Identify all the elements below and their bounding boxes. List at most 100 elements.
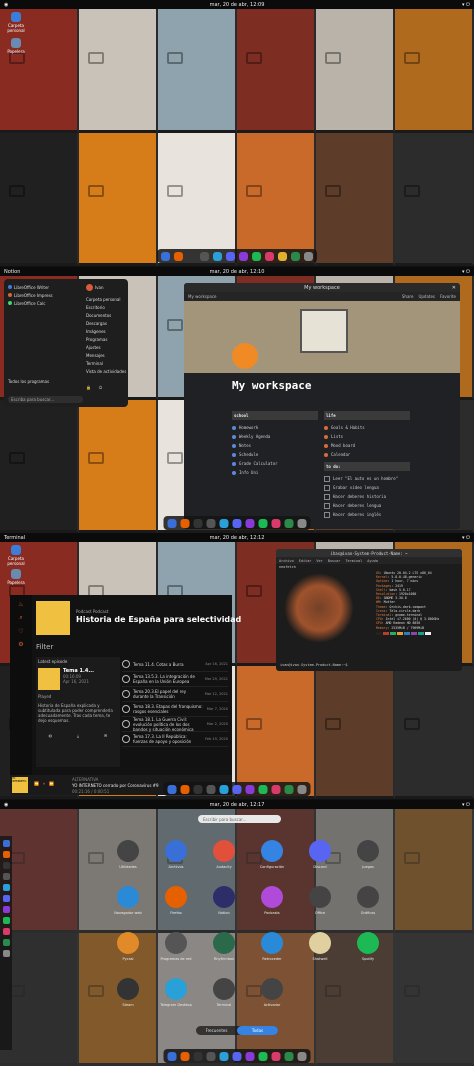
menu-place[interactable]: Vista de actividades	[86, 367, 126, 375]
notion-icon[interactable]	[187, 251, 196, 261]
spotify-icon[interactable]	[2, 917, 10, 924]
search-icon[interactable]: ⌕	[10, 614, 32, 622]
files-icon[interactable]	[2, 840, 10, 847]
menu-buscar[interactable]: Buscar	[328, 559, 341, 563]
checkbox[interactable]	[324, 502, 330, 509]
clock[interactable]: mar, 20 de abr, 12:09	[210, 2, 265, 8]
school-link[interactable]: Info Uni	[232, 468, 318, 477]
apps-grid-icon[interactable]	[297, 784, 307, 794]
heart-icon[interactable]: ♡	[10, 628, 32, 635]
school-link[interactable]: Weekly Agenda	[232, 432, 318, 441]
app-office[interactable]: Office	[296, 886, 344, 915]
menu-place[interactable]: Carpeta personal	[86, 295, 126, 303]
app-pycasi[interactable]: Pycasi	[104, 932, 152, 961]
user-row[interactable]: Ivan	[86, 283, 126, 291]
lock-icon[interactable]: 🔒	[86, 385, 91, 390]
telegram-icon[interactable]	[219, 784, 229, 794]
firefox-icon[interactable]	[180, 518, 190, 528]
files-icon[interactable]	[167, 1051, 177, 1061]
notion-icon[interactable]	[193, 1051, 203, 1061]
app-navegador-web[interactable]: Navegador web	[104, 886, 152, 915]
school-link[interactable]: Notes	[232, 441, 318, 450]
app-activador[interactable]: Activador	[248, 978, 296, 1007]
life-link[interactable]: Lists	[324, 432, 410, 441]
system-tray[interactable]: ▾ ⏻	[462, 269, 470, 275]
download-icon[interactable]: ⤓	[77, 733, 79, 738]
apps-grid-icon[interactable]	[297, 1051, 307, 1061]
music-icon[interactable]	[271, 784, 281, 794]
firefox-icon[interactable]	[174, 251, 183, 261]
flame-icon[interactable]: ♨	[10, 601, 32, 608]
todo-item[interactable]: Leer "El auto es un hombre"	[324, 474, 410, 483]
tab-frequent[interactable]: Frecuentes	[196, 1026, 237, 1035]
episode-row[interactable]: Tema 13.5.3. La integración de España en…	[122, 672, 228, 687]
calc-icon[interactable]	[291, 251, 300, 261]
filter-input[interactable]: Filter	[36, 643, 53, 651]
favorite-button[interactable]: Favorite	[440, 294, 456, 299]
files-icon[interactable]	[161, 251, 170, 261]
breadcrumb[interactable]: My workspace	[188, 294, 217, 299]
spotify-icon[interactable]	[258, 1051, 268, 1061]
discord-icon[interactable]	[232, 1051, 242, 1061]
system-tray[interactable]: ▾ ⏻	[462, 802, 470, 808]
home-folder-icon[interactable]: Carpeta personal	[4, 12, 28, 33]
overview-search-input[interactable]: Escribir para buscar...	[198, 815, 281, 823]
life-link[interactable]: Calendar	[324, 450, 410, 459]
menu-ver[interactable]: Ver	[316, 559, 322, 563]
menu-search-input[interactable]: Escriba para buscar...	[8, 396, 83, 403]
page-title[interactable]: My workspace	[232, 379, 311, 392]
app-discord[interactable]: Discord	[296, 840, 344, 869]
settings-icon[interactable]: ⚙	[10, 641, 32, 648]
app-retroceder[interactable]: Retroceder	[248, 932, 296, 961]
episode-row[interactable]: Tema 18.3. Etapas del franquismo: rasgos…	[122, 702, 228, 717]
files-icon[interactable]	[167, 784, 177, 794]
school-link[interactable]: Homework	[232, 423, 318, 432]
globe-icon[interactable]: ◍	[49, 733, 53, 738]
calc-icon[interactable]	[2, 939, 10, 946]
music-icon[interactable]	[271, 518, 281, 528]
terminal-icon[interactable]	[206, 784, 216, 794]
menu-item[interactable]: LibreOffice Calc	[8, 299, 78, 307]
menu-place[interactable]: Documentos	[86, 311, 126, 319]
spotify-icon[interactable]	[258, 518, 268, 528]
app-archivos[interactable]: Archivos	[152, 840, 200, 869]
spotify-icon[interactable]	[258, 784, 268, 794]
checkbox[interactable]	[324, 511, 330, 518]
telegram-icon[interactable]	[219, 1051, 229, 1061]
app-audacity[interactable]: Audacity	[200, 840, 248, 869]
app-telegram[interactable]: Telegram Desktop	[152, 978, 200, 1007]
music-icon[interactable]	[271, 1051, 281, 1061]
terminal-icon[interactable]	[2, 873, 10, 880]
app-spotify[interactable]: Spotify	[344, 932, 392, 961]
home-folder-icon[interactable]: Carpeta personal	[4, 545, 28, 566]
calc-icon[interactable]	[284, 784, 294, 794]
podcasts-icon[interactable]	[245, 784, 255, 794]
trash-icon[interactable]: Papelera	[4, 569, 28, 585]
episode-row[interactable]: Tema 18.1. La Guerra Civil: evolución po…	[122, 717, 228, 732]
mail-icon[interactable]: ✉	[104, 733, 107, 738]
app-rhythmbox[interactable]: Rhythmbox	[200, 932, 248, 961]
menu-archivo[interactable]: Archivo	[279, 559, 294, 563]
checkbox[interactable]	[324, 484, 330, 491]
firefox-icon[interactable]	[180, 784, 190, 794]
trash-icon[interactable]: Papelera	[4, 38, 28, 54]
app-podcasts[interactable]: Podcasts	[248, 886, 296, 915]
telegram-icon[interactable]	[219, 518, 229, 528]
rewind-icon[interactable]: ⏪	[34, 781, 39, 786]
music-icon[interactable]	[2, 928, 10, 935]
checkbox[interactable]	[324, 493, 330, 500]
power-icon[interactable]: ⏻	[99, 385, 102, 390]
notion-icon[interactable]	[2, 862, 10, 869]
menu-place[interactable]: Terminal	[86, 359, 126, 367]
app-shotwell[interactable]: Shotwell	[296, 932, 344, 961]
apps-grid-icon[interactable]	[297, 518, 307, 528]
system-tray[interactable]: ▾ ⏻	[462, 535, 470, 541]
menu-place[interactable]: Descargas	[86, 319, 126, 327]
app-graficos[interactable]: Gráficos	[344, 886, 392, 915]
podcasts-icon[interactable]	[245, 1051, 255, 1061]
checkbox[interactable]	[324, 475, 330, 482]
life-link[interactable]: Mood board	[324, 441, 410, 450]
terminal-icon[interactable]	[206, 1051, 216, 1061]
share-button[interactable]: Share	[402, 294, 414, 299]
school-link[interactable]: Grade Calculator	[232, 459, 318, 468]
